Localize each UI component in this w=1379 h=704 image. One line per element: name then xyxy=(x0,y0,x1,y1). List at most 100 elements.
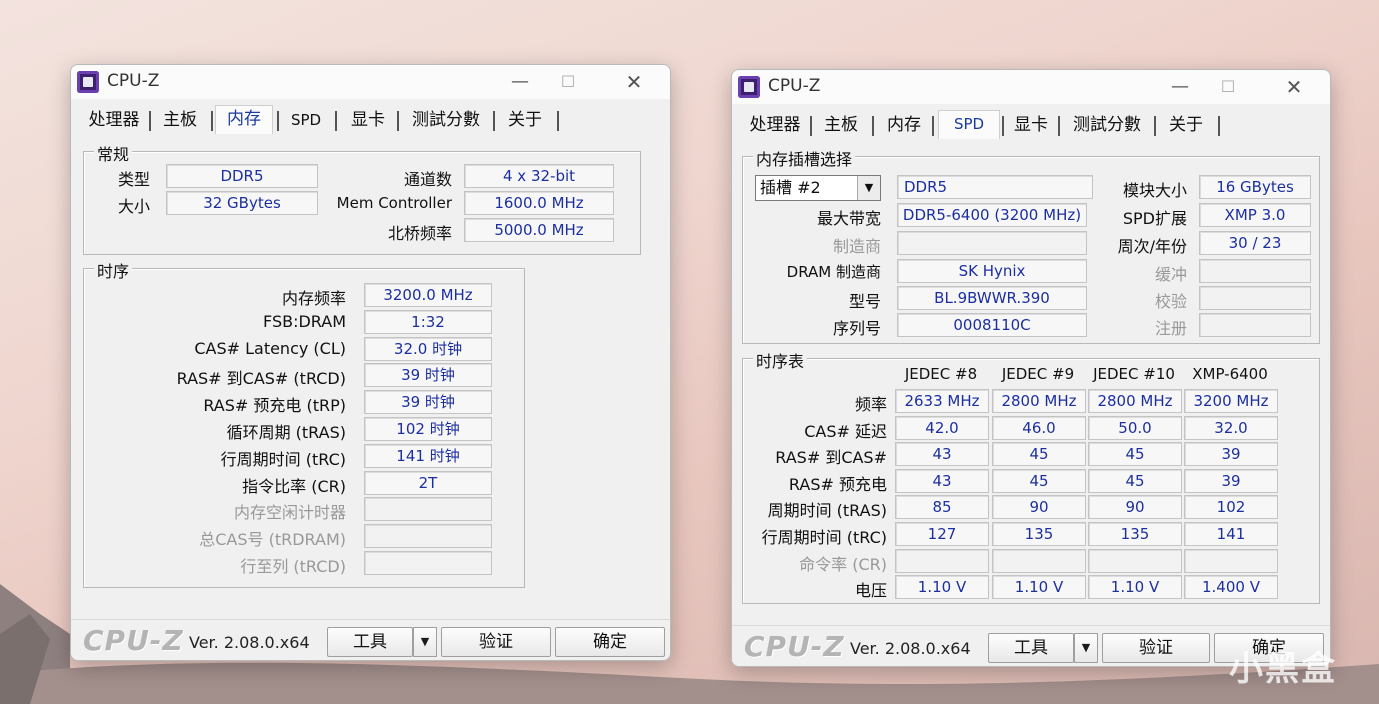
northbridge-value: 5000.0 MHz xyxy=(464,218,614,242)
module-type-value: DDR5 xyxy=(897,175,1093,199)
timing-label: 行至列 (tRCD) xyxy=(240,557,346,576)
northbridge-label: 北桥频率 xyxy=(387,224,452,243)
dram-manufacturer-value: SK Hynix xyxy=(897,259,1087,283)
correction-label: 校验 xyxy=(1154,292,1187,311)
timing-label: 指令比率 (CR) xyxy=(242,476,346,496)
timing-label: RAS# 到CAS# (tRCD) xyxy=(176,369,346,389)
tab-about[interactable]: 关于 xyxy=(497,107,553,133)
timing-cell: 2633 MHz xyxy=(895,389,989,413)
size-label: 大小 xyxy=(117,197,150,216)
spd-ext-value: XMP 3.0 xyxy=(1199,203,1311,227)
channels-label: 通道数 xyxy=(403,170,452,189)
validate-button[interactable]: 验证 xyxy=(441,627,551,657)
max-bandwidth-value: DDR5-6400 (3200 MHz) xyxy=(897,203,1087,227)
title-bar[interactable]: CPU-Z — ☐ ✕ xyxy=(71,65,670,99)
window-title: CPU-Z xyxy=(107,71,160,91)
timing-value: 3200.0 MHz xyxy=(364,283,492,307)
serial-number-value: 0008110C xyxy=(897,313,1087,337)
timing-cell: 127 xyxy=(895,522,989,546)
type-value: DDR5 xyxy=(166,164,318,188)
timing-label: 内存频率 xyxy=(281,289,346,308)
slot-group: 内存插槽选择 插槽 #2 ▼ DDR5 模块大小 16 GBytes 最大带宽 … xyxy=(742,146,1320,344)
tab-bench[interactable]: 测試分數 xyxy=(1064,112,1150,138)
tools-dropdown-arrow-icon[interactable]: ▼ xyxy=(413,627,437,657)
timing-cell: 1.10 V xyxy=(992,575,1086,600)
timing-label: RAS# 预充电 (tRP) xyxy=(203,396,346,416)
close-button[interactable]: ✕ xyxy=(614,69,654,95)
timing-value: 102 时钟 xyxy=(364,417,492,441)
timing-cell: 32.0 xyxy=(1184,415,1278,440)
chevron-down-icon[interactable]: ▼ xyxy=(857,176,880,200)
tab-bench[interactable]: 测試分數 xyxy=(403,107,489,133)
timing-value xyxy=(364,551,492,575)
timing-cell: 90 xyxy=(992,495,1086,520)
timing-label: 总CAS号 (tRDRAM) xyxy=(199,530,346,550)
timing-column-header: JEDEC #10 xyxy=(1093,365,1175,383)
validate-button[interactable]: 验证 xyxy=(1102,633,1210,663)
minimize-button[interactable]: — xyxy=(1160,74,1200,100)
general-group: 常规 类型 DDR5 大小 32 GBytes 通道数 4 x 32-bit M… xyxy=(83,141,641,255)
part-number-value: BL.9BWWR.390 xyxy=(897,286,1087,310)
general-group-title: 常规 xyxy=(94,141,133,165)
tab-graphics[interactable]: 显卡 xyxy=(341,107,395,133)
timing-label: CAS# Latency (CL) xyxy=(194,338,346,358)
footer-bar: CPU-Z Ver. 2.08.0.x64 工具 ▼ 验证 确定 xyxy=(71,619,670,660)
type-label: 类型 xyxy=(117,170,150,189)
tab-mainboard[interactable]: 主板 xyxy=(816,112,866,138)
timing-row-label: 行周期时间 (tRC) xyxy=(761,528,887,547)
channels-value: 4 x 32-bit xyxy=(464,164,614,188)
timings-group: 时序 内存频率 3200.0 MHz FSB:DRAM 1:32 CAS# Latenc… xyxy=(83,258,525,588)
maximize-button[interactable]: ☐ xyxy=(1208,74,1248,100)
title-bar[interactable]: CPU-Z — ☐ ✕ xyxy=(732,70,1330,104)
mem-controller-value: 1600.0 MHz xyxy=(464,191,614,215)
maximize-button[interactable]: ☐ xyxy=(548,69,588,95)
tab-spd[interactable]: SPD xyxy=(281,107,331,133)
tools-button[interactable]: 工具 xyxy=(327,627,413,657)
tab-memory[interactable]: 内存 xyxy=(215,105,273,134)
cpuz-app-icon xyxy=(77,71,99,93)
timing-value: 32.0 时钟 xyxy=(364,336,492,361)
timing-cell: 90 xyxy=(1088,495,1182,520)
timing-row-label: 电压 xyxy=(854,581,887,601)
timing-value: 39 时钟 xyxy=(364,390,492,415)
timing-cell: 1.10 V xyxy=(895,575,989,600)
tab-memory[interactable]: 内存 xyxy=(878,112,930,138)
timing-column-header: XMP-6400 xyxy=(1192,365,1268,383)
module-size-value: 16 GBytes xyxy=(1199,175,1311,199)
max-bandwidth-label: 最大带宽 xyxy=(816,209,881,228)
timing-column-header: JEDEC #8 xyxy=(904,365,978,383)
serial-number-label: 序列号 xyxy=(832,319,881,338)
timing-cell: 45 xyxy=(1088,442,1182,467)
timing-row-label: 命令率 (CR) xyxy=(799,554,887,574)
timing-cell: 3200 MHz xyxy=(1184,389,1278,413)
slot-group-title: 内存插槽选择 xyxy=(753,146,856,170)
slot-select[interactable]: 插槽 #2 ▼ xyxy=(755,175,881,201)
tab-bar: 处理器 主板 内存 SPD 显卡 测試分數 关于 xyxy=(738,110,1324,139)
cpuz-window-memory: CPU-Z — ☐ ✕ 处理器 主板 内存 SPD 显卡 测試分數 关于 常规 … xyxy=(70,64,671,661)
tools-dropdown-arrow-icon[interactable]: ▼ xyxy=(1074,633,1098,663)
tab-about[interactable]: 关于 xyxy=(1158,112,1214,138)
version-text: Ver. 2.08.0.x64 xyxy=(189,633,310,652)
close-button[interactable]: ✕ xyxy=(1274,74,1314,100)
timing-row-label: 频率 xyxy=(854,395,887,414)
watermark-text: 小黑盒 xyxy=(1229,649,1337,689)
tab-graphics[interactable]: 显卡 xyxy=(1006,112,1056,138)
timing-cell: 46.0 xyxy=(992,415,1086,440)
buffered-label: 缓冲 xyxy=(1154,265,1187,284)
tab-spd[interactable]: SPD xyxy=(938,110,1000,139)
cpuz-brand-logo: CPU-Z xyxy=(744,630,845,663)
timing-row-label: 周期时间 (tRAS) xyxy=(767,501,887,521)
tab-cpu[interactable]: 处理器 xyxy=(81,107,147,133)
timing-cell: 141 xyxy=(1184,522,1278,546)
registered-label: 注册 xyxy=(1154,319,1187,338)
week-year-value: 30 / 23 xyxy=(1199,231,1311,255)
tab-cpu[interactable]: 处理器 xyxy=(742,112,808,138)
version-text: Ver. 2.08.0.x64 xyxy=(850,639,971,658)
tab-mainboard[interactable]: 主板 xyxy=(155,107,205,133)
timing-cell: 45 xyxy=(1088,468,1182,493)
timing-label: FSB:DRAM xyxy=(263,311,346,331)
tools-button[interactable]: 工具 xyxy=(988,633,1074,663)
part-number-label: 型号 xyxy=(848,292,881,311)
ok-button[interactable]: 确定 xyxy=(555,627,665,657)
minimize-button[interactable]: — xyxy=(500,69,540,95)
